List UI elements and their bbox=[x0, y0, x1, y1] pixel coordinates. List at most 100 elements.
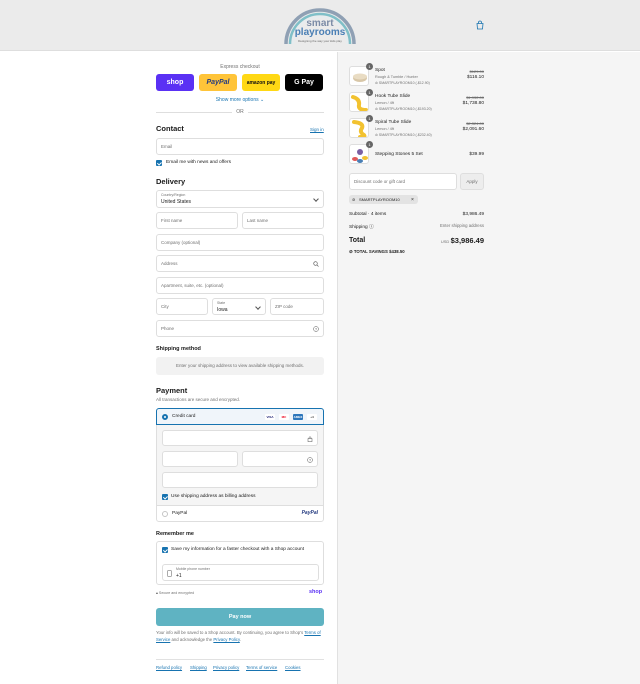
remember-me-heading: Remember me bbox=[156, 531, 194, 537]
product-name: Spiral Tube Slide bbox=[375, 120, 412, 125]
help-circle-icon[interactable]: ? bbox=[313, 326, 319, 332]
shop-logo: shop bbox=[309, 589, 323, 595]
country-value: United States bbox=[161, 199, 192, 205]
google-pay-button[interactable]: G Pay bbox=[285, 74, 323, 91]
shop-pay-button[interactable]: shop bbox=[156, 74, 194, 91]
product-thumbnail bbox=[349, 66, 369, 86]
help-circle-icon[interactable]: ? bbox=[307, 457, 313, 463]
news-checkbox-label: Email me with news and offers bbox=[166, 160, 231, 165]
city-placeholder: City bbox=[161, 304, 169, 309]
shipping-method-message: Enter your shipping address to view avai… bbox=[156, 357, 324, 375]
terms-of-service-link[interactable]: Terms of service bbox=[246, 665, 277, 670]
product-compare-price: $2,324.00 bbox=[466, 121, 484, 126]
paypal-radio[interactable] bbox=[162, 511, 168, 517]
product-name: Hook Tube Slide bbox=[375, 94, 411, 99]
card-number-field[interactable] bbox=[162, 430, 318, 446]
product-name: Stepping Stones 5 Set bbox=[375, 152, 423, 157]
news-checkbox[interactable] bbox=[156, 160, 162, 166]
hook-slide-image bbox=[351, 95, 368, 111]
first-name-field[interactable]: First name bbox=[156, 212, 238, 229]
product-compare-price: $129.00 bbox=[469, 69, 484, 74]
billing-same-checkbox[interactable] bbox=[162, 494, 168, 500]
paypal-button[interactable]: PayPal bbox=[199, 74, 237, 91]
first-name-placeholder: First name bbox=[161, 218, 183, 223]
product-name: Spot bbox=[375, 68, 385, 73]
refund-policy-link[interactable]: Refund policy bbox=[156, 665, 182, 670]
cookies-link[interactable]: Cookies bbox=[285, 665, 301, 670]
security-code-field[interactable]: ? bbox=[242, 451, 318, 467]
sign-in-link[interactable]: Sign in bbox=[310, 127, 324, 132]
total-label: Total bbox=[349, 237, 366, 244]
lock-icon: 🔒︎ bbox=[156, 591, 158, 595]
secure-encrypted-text: Secure and encrypted bbox=[158, 591, 195, 595]
address-placeholder: Address bbox=[161, 261, 178, 266]
shop-legal-text: Your info will be saved to a Shop accoun… bbox=[156, 630, 324, 643]
discount-code-input[interactable]: Discount code or gift card bbox=[349, 173, 457, 190]
product-variant: Rough & Tumble / Hunter bbox=[375, 75, 418, 79]
legal-text-1: Your info will be saved to a Shop accoun… bbox=[156, 630, 304, 635]
applied-code: SMARTPLAYROOM10 bbox=[359, 197, 400, 202]
product-price: $116.10 bbox=[467, 75, 484, 80]
remove-discount-icon[interactable]: × bbox=[411, 197, 414, 203]
company-field[interactable]: Company (optional) bbox=[156, 234, 324, 251]
mobile-phone-icon bbox=[167, 570, 172, 577]
show-more-options-link[interactable]: Show more options ⌄ bbox=[156, 97, 324, 103]
name-on-card-field[interactable] bbox=[162, 472, 318, 488]
total-amount: USD $3,986.49 bbox=[441, 236, 484, 245]
amazon-pay-button[interactable]: amazon pay bbox=[242, 74, 280, 91]
credit-card-radio[interactable] bbox=[162, 414, 168, 420]
brand-logo[interactable]: smart playrooms Designing the way your k… bbox=[282, 6, 358, 46]
apply-discount-button[interactable]: Apply bbox=[460, 173, 484, 190]
shipping-method-heading: Shipping method bbox=[156, 346, 201, 352]
stepping-stones-image bbox=[352, 149, 368, 163]
credit-card-option[interactable]: Credit card VISA MC AMEX +4 bbox=[156, 408, 324, 425]
privacy-policy-link[interactable]: Privacy policy bbox=[213, 665, 239, 670]
shipping-policy-link[interactable]: Shipping bbox=[190, 665, 207, 670]
show-more-label: Show more options bbox=[215, 97, 259, 103]
save-info-checkbox[interactable] bbox=[162, 547, 168, 553]
chevron-down-icon: ⌄ bbox=[260, 97, 265, 103]
express-checkout-label: Express checkout bbox=[220, 64, 260, 70]
lock-icon bbox=[307, 436, 313, 442]
apartment-field[interactable]: Apartment, suite, etc. (optional) bbox=[156, 277, 324, 294]
email-field[interactable]: Email bbox=[156, 138, 324, 155]
last-name-field[interactable]: Last name bbox=[242, 212, 324, 229]
legal-text-end: . bbox=[239, 636, 241, 642]
paypal-option[interactable]: PayPal PayPal bbox=[156, 505, 324, 522]
pay-now-button[interactable]: Pay now bbox=[156, 608, 324, 626]
state-select[interactable]: State Iowa bbox=[212, 298, 266, 315]
company-placeholder: Company (optional) bbox=[161, 240, 201, 245]
phone-placeholder: Phone bbox=[161, 326, 175, 331]
phone-field[interactable]: Phone ? bbox=[156, 320, 324, 337]
credit-card-form: ? Use shipping address as billing addres… bbox=[156, 425, 324, 505]
chevron-down-icon bbox=[255, 304, 261, 310]
mobile-phone-field[interactable]: Mobile phone number +1 bbox=[162, 564, 319, 581]
delivery-heading: Delivery bbox=[156, 177, 186, 186]
total-savings-label: TOTAL SAVINGS bbox=[353, 249, 388, 254]
total-value: $3,986.49 bbox=[450, 236, 484, 245]
shop-privacy-link[interactable]: Privacy Policy bbox=[213, 637, 239, 642]
tag-icon: ⊘ bbox=[375, 133, 378, 137]
mobile-phone-value: +1 bbox=[176, 573, 182, 579]
product-variant: Lemon / 4ft bbox=[375, 101, 394, 105]
shopping-bag-icon[interactable] bbox=[475, 20, 485, 30]
country-select[interactable]: Country/Region United States bbox=[156, 190, 324, 208]
address-field[interactable]: Address bbox=[156, 255, 324, 272]
subtotal-value: $3,986.49 bbox=[462, 212, 484, 217]
applied-discount-tag: ⊘ SMARTPLAYROOM10 × bbox=[349, 195, 418, 204]
payment-subtitle: All transactions are secure and encrypte… bbox=[156, 397, 241, 402]
product-discount-text: SMARTPLAYROOM10 (-$193.20) bbox=[378, 107, 432, 111]
city-field[interactable]: City bbox=[156, 298, 208, 315]
footer-divider bbox=[156, 659, 324, 660]
expiration-date-field[interactable] bbox=[162, 451, 238, 467]
product-discount-text: SMARTPLAYROOM10 (-$12.90) bbox=[378, 81, 430, 85]
payment-heading: Payment bbox=[156, 386, 188, 395]
zip-field[interactable]: ZIP code bbox=[270, 298, 324, 315]
shipping-value: Enter shipping address bbox=[440, 223, 484, 228]
product-thumbnail bbox=[349, 118, 369, 138]
quantity-badge: 1 bbox=[366, 63, 373, 70]
country-label: Country/Region bbox=[161, 193, 186, 197]
help-circle-icon[interactable]: ⓘ bbox=[369, 225, 374, 230]
remember-me-box: Save my information for a faster checkou… bbox=[156, 541, 324, 585]
credit-card-label: Credit card bbox=[172, 414, 196, 419]
